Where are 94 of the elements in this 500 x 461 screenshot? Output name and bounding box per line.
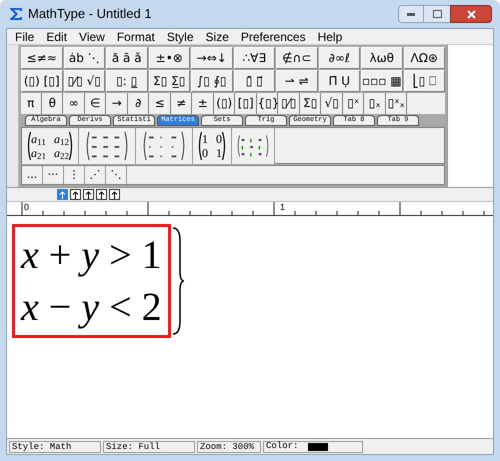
palette-button[interactable]: ∫▯ ∮▯ [191,70,232,92]
matrix-entry: 1 [202,132,208,146]
equation-line: x − y < 2 [21,283,162,331]
matrix-entry: a$_{11}$ [31,132,46,146]
matrix-entry: 1 [216,146,222,160]
maximize-button[interactable] [424,5,450,23]
nudge-tool[interactable] [83,189,94,200]
symbol-button[interactable]: ▯ₓ [365,92,386,114]
nudge-tool[interactable] [70,189,81,200]
minimize-button[interactable] [398,5,424,23]
palette-button[interactable]: (▯) [▯] [21,70,62,92]
palette-button[interactable]: ⎣▯ ⎕ [404,70,446,92]
right-paren-icon [69,130,74,161]
palette-button[interactable]: ⇀ ⇌ [276,70,318,92]
dots-template[interactable]: ... [22,166,43,184]
symbol-button[interactable]: {▯} [258,92,278,114]
nudge-tool[interactable] [96,189,107,200]
palette-button[interactable]: ▯⁄▯ √▯ [64,70,105,92]
menu-item[interactable]: File [15,28,34,46]
menu-item[interactable]: Edit [46,28,68,46]
palette-button[interactable]: Σ▯ Σ̲▯ [148,70,190,92]
nudge-tool[interactable] [109,189,120,200]
symbol-button[interactable]: Σ▯ [300,92,321,114]
matrix-entry: 0 [216,132,222,146]
menu-item[interactable]: Preferences [240,28,306,46]
dots-template[interactable]: ⋮ [64,166,85,184]
matrix-template[interactable]: 1 0 0 1 [193,128,232,164]
matrix-template[interactable]: a$_{11}$ a$_{12}$ a$_{21}$ a$_{22}$ [22,128,79,164]
arrow-up-icon [72,190,79,198]
palette-button[interactable]: ă ā ǎ [106,47,148,69]
palette-button[interactable]: ∴∀∃ [234,47,275,69]
symbol-button[interactable]: ▯ˣₓ [386,92,407,114]
matrix-entry: a$_{12}$ [54,132,69,146]
arrow-up-icon [98,190,105,198]
palette-button[interactable]: ȧb ⋱ [64,47,105,69]
ruler-label: 0 [24,202,30,212]
symbol-button[interactable]: (▯) [214,92,235,114]
status-field: Style: Math [9,440,101,452]
palette-button[interactable]: ▫▫▫ ▦ [361,70,403,92]
dots-template[interactable]: ··· [43,166,64,184]
close-button[interactable] [450,5,492,23]
symbol-button[interactable]: √▯ [322,92,342,114]
symbol-button[interactable]: ▯⁄▯ [279,92,300,114]
status-label: Color: [266,440,298,453]
matrix-entry: a$_{21}$ [31,146,46,160]
palette-button[interactable]: Π̄ Ụ [318,70,360,92]
arrow-up-icon [85,190,92,198]
menu-item[interactable]: Size [206,28,229,46]
palette-button[interactable]: ▯: ▯̲ [106,70,148,92]
arrow-up-icon [59,190,66,198]
maximize-icon [432,10,442,18]
dots-template[interactable]: ⋱ [106,166,127,184]
symbol-button[interactable]: ± [193,92,214,114]
arrow-up-icon [111,190,118,198]
matrix-entry: a$_{22}$ [54,146,69,160]
symbol-button[interactable]: [▯] [236,92,256,114]
symbol-button[interactable]: ≠ [172,92,192,114]
window-title: MathType - Untitled 1 [28,5,152,24]
matrix-entry: 0 [202,146,208,160]
left-paren-icon [197,130,202,161]
sigma-icon [8,6,24,22]
palette-button[interactable]: →⇔↓ [191,47,232,69]
symbol-button[interactable]: π [21,92,42,114]
symbol-button[interactable]: θ [42,92,63,114]
status-field: Zoom: 300% [197,440,261,452]
palette-button[interactable]: ΛΩ⊛ [404,47,445,69]
symbol-button[interactable]: → [107,92,128,114]
brace-icon [170,226,185,336]
symbol-button[interactable]: ▯ˣ [344,92,364,114]
palette-button[interactable]: ∂∞ℓ [318,47,360,69]
palette-button[interactable]: ∉∩⊂ [276,47,318,69]
left-paren-icon [26,130,31,161]
menu-item[interactable]: Help [318,28,342,46]
symbol-button[interactable]: ∂ [128,92,149,114]
symbol-button[interactable]: ∞ [64,92,84,114]
palette-button[interactable]: ≤≠≈ [21,47,62,69]
palette-button[interactable]: ±•⊗ [148,47,190,69]
menu-item[interactable]: Style [166,28,194,46]
matrix-template[interactable] [232,128,275,164]
status-field: Size: Full [103,440,195,452]
equation-line: x + y > 1 [21,231,162,279]
symbol-button[interactable]: ∈ [86,92,106,114]
dots-template[interactable]: ⋰ [85,166,106,184]
right-paren-icon [222,130,227,161]
ruler-label: 1 [280,202,286,212]
symbol-button[interactable]: ≤ [150,92,170,114]
matrix-template[interactable] [136,128,193,164]
matrix-template[interactable] [79,128,136,164]
palette-button[interactable]: λωθ [361,47,402,69]
menu-item[interactable]: Format [116,28,155,46]
palette-button[interactable]: ▯̄ ▯⃗ [234,70,275,92]
menu-item[interactable]: View [79,28,105,46]
minimize-icon [407,12,415,16]
close-icon [466,10,476,18]
